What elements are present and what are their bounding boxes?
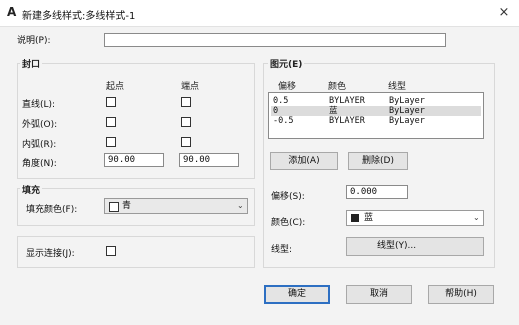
app-icon: A xyxy=(7,5,17,19)
element-linetype-label: 线型: xyxy=(271,245,293,255)
fill-color-label: 填充颜色(F): xyxy=(26,205,78,215)
caps-col-start: 起点 xyxy=(106,82,125,92)
caps-col-end: 端点 xyxy=(181,82,200,92)
description-input[interactable] xyxy=(104,33,446,47)
show-joints-label: 显示连接(J): xyxy=(26,249,75,259)
cancel-button[interactable]: 取消 xyxy=(346,285,412,304)
element-color-value: 蓝 xyxy=(364,213,374,223)
cap-angle-label: 角度(N): xyxy=(22,159,57,169)
cap-line-start-checkbox[interactable] xyxy=(106,97,116,107)
element-color-label: 颜色(C): xyxy=(271,218,306,228)
cap-inner-arc-label: 内弧(R): xyxy=(22,140,57,150)
chevron-down-icon: ⌄ xyxy=(237,201,244,210)
help-button[interactable]: 帮助(H) xyxy=(428,285,494,304)
elements-col-color: 颜色 xyxy=(328,82,347,92)
fill-color-dropdown[interactable]: 青 ⌄ xyxy=(104,198,248,214)
delete-element-button[interactable]: 删除(D) xyxy=(348,152,408,170)
elements-col-offset: 偏移 xyxy=(278,82,297,92)
cap-line-label: 直线(L): xyxy=(22,100,56,110)
ok-button[interactable]: 确定 xyxy=(264,285,330,304)
fill-color-value: 青 xyxy=(122,201,132,211)
element-color-dropdown[interactable]: 蓝 ⌄ xyxy=(346,210,484,226)
element-offset-input[interactable]: 0.000 xyxy=(346,185,408,199)
list-item[interactable]: 0 蓝 ByLayer xyxy=(271,106,481,116)
add-element-button[interactable]: 添加(A) xyxy=(270,152,338,170)
show-joints-checkbox[interactable] xyxy=(106,246,116,256)
caps-group-title: 封口 xyxy=(20,57,43,70)
element-offset-label: 偏移(S): xyxy=(271,192,305,202)
list-item[interactable]: 0.5 BYLAYER ByLayer xyxy=(271,96,481,106)
elements-list[interactable]: 0.5 BYLAYER ByLayer 0 蓝 ByLayer -0.5 BYL… xyxy=(268,92,484,139)
cap-line-end-checkbox[interactable] xyxy=(181,97,191,107)
elements-col-linetype: 线型 xyxy=(388,82,407,92)
list-item[interactable]: -0.5 BYLAYER ByLayer xyxy=(271,116,481,126)
cap-inner-arc-end-checkbox[interactable] xyxy=(181,137,191,147)
cap-outer-arc-end-checkbox[interactable] xyxy=(181,117,191,127)
cap-angle-start-input[interactable]: 90.00 xyxy=(104,153,164,167)
fill-color-swatch xyxy=(109,202,119,212)
window-title: 新建多线样式:多线样式-1 xyxy=(22,11,136,22)
cap-outer-arc-start-checkbox[interactable] xyxy=(106,117,116,127)
close-icon[interactable]: × xyxy=(494,3,514,23)
linetype-button[interactable]: 线型(Y)... xyxy=(346,237,484,256)
description-label: 说明(P): xyxy=(17,36,51,46)
chevron-down-icon: ⌄ xyxy=(473,213,480,222)
fill-group-title: 填充 xyxy=(20,183,43,196)
element-color-swatch xyxy=(351,214,359,222)
elements-group-title: 图元(E) xyxy=(268,57,305,70)
cap-angle-end-input[interactable]: 90.00 xyxy=(179,153,239,167)
cap-inner-arc-start-checkbox[interactable] xyxy=(106,137,116,147)
cap-outer-arc-label: 外弧(O): xyxy=(22,120,58,130)
